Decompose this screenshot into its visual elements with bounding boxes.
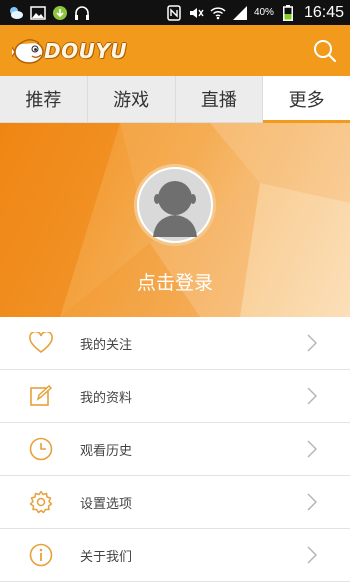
info-icon: [28, 542, 54, 568]
search-button[interactable]: [310, 36, 340, 66]
app-header: DOUYU: [0, 25, 350, 76]
profile-banner: 点击登录: [0, 123, 350, 317]
download-icon: [52, 5, 68, 21]
chevron-right-icon: [306, 545, 318, 565]
weather-icon: [8, 5, 24, 21]
tab-more[interactable]: 更多: [263, 76, 350, 123]
menu-item-my-profile[interactable]: 我的资料: [0, 370, 350, 423]
search-icon: [314, 39, 337, 62]
nfc-icon: [166, 4, 182, 21]
tab-recommend[interactable]: 推荐: [0, 76, 88, 122]
status-time: 16:45: [303, 3, 344, 21]
battery-icon: [280, 4, 296, 21]
login-link[interactable]: 点击登录: [0, 268, 350, 295]
heart-icon: [28, 330, 54, 356]
status-bar: 40% 16:45: [0, 0, 350, 25]
tab-live[interactable]: 直播: [176, 76, 264, 122]
menu-item-watch-history[interactable]: 观看历史: [0, 423, 350, 476]
gear-icon: [28, 489, 54, 515]
edit-icon: [28, 383, 54, 409]
menu-item-settings[interactable]: 设置选项: [0, 476, 350, 529]
status-right: 40% 16:45: [166, 0, 344, 25]
menu-item-my-follows[interactable]: 我的关注: [0, 317, 350, 370]
menu-label: 关于我们: [80, 549, 133, 565]
menu-item-about-us[interactable]: 关于我们: [0, 529, 350, 582]
chevron-right-icon: [306, 333, 318, 353]
chevron-right-icon: [306, 492, 318, 512]
chevron-right-icon: [306, 386, 318, 406]
douyu-logo: DOUYU: [12, 31, 127, 71]
chevron-right-icon: [306, 439, 318, 459]
image-icon: [30, 5, 46, 21]
tab-games[interactable]: 游戏: [88, 76, 176, 122]
menu-label: 观看历史: [80, 443, 133, 459]
menu-list: 我的关注 我的资料 观看历史 设置选项 关于我们: [0, 317, 350, 582]
avatar-button[interactable]: [134, 164, 216, 246]
battery-percent: 40%: [253, 7, 274, 18]
logo-text: DOUYU: [44, 38, 128, 63]
wifi-icon: [210, 5, 226, 21]
menu-label: 我的资料: [80, 390, 133, 406]
signal-icon: [232, 5, 248, 21]
clock-icon: [28, 436, 54, 462]
mute-icon: [188, 5, 204, 21]
status-left: [8, 0, 90, 25]
menu-label: 我的关注: [80, 337, 133, 353]
top-tabs: 推荐 游戏 直播 更多: [0, 76, 350, 123]
default-avatar-icon: [139, 169, 211, 241]
menu-label: 设置选项: [80, 496, 133, 512]
fish-mascot-icon: [12, 38, 44, 64]
headphones-icon: [74, 5, 90, 21]
